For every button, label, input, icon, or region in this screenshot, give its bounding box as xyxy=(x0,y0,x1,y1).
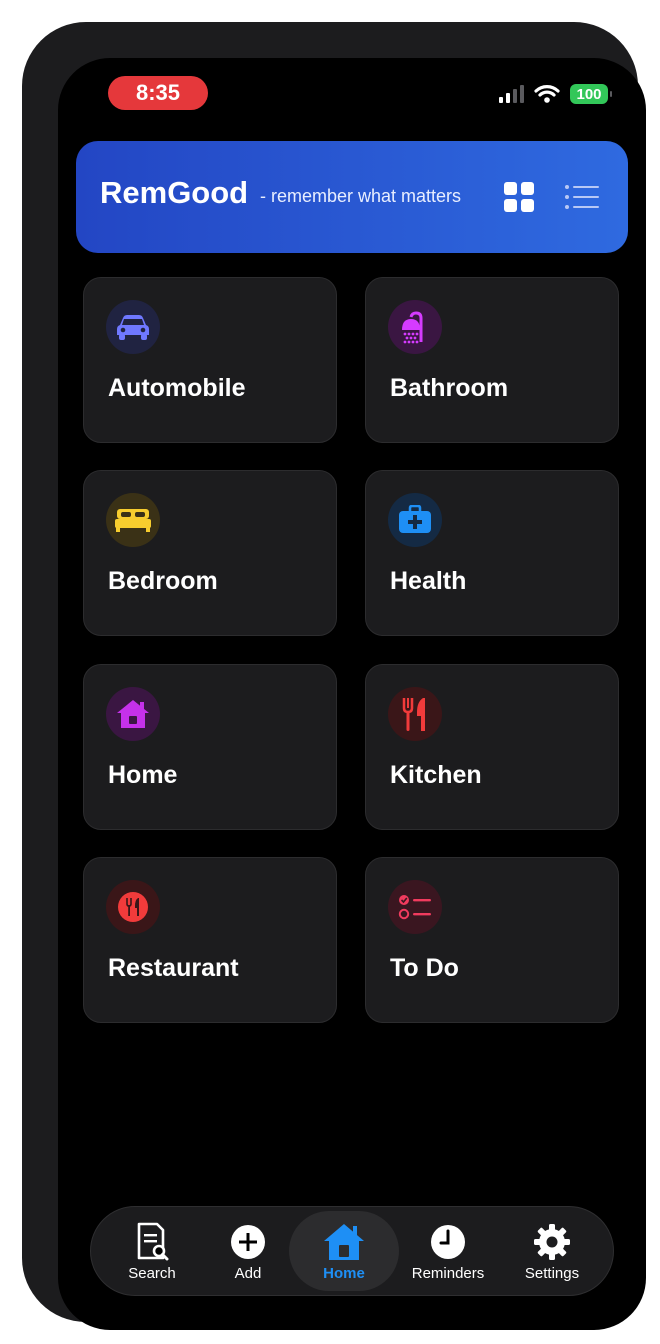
app-header: RemGood - remember what matters xyxy=(76,141,628,253)
screen: 8:35 100 RemGood - remember what matters xyxy=(58,58,646,1330)
tab-label: Settings xyxy=(524,1265,580,1282)
medical-kit-icon xyxy=(388,493,442,547)
tab-add[interactable]: Add xyxy=(193,1211,303,1291)
checklist-icon xyxy=(388,880,442,934)
house-icon xyxy=(106,687,160,741)
cellular-signal-icon xyxy=(499,85,524,103)
category-card-bedroom[interactable]: Bedroom xyxy=(83,470,337,636)
tab-home[interactable]: Home xyxy=(289,1211,399,1291)
category-card-health[interactable]: Health xyxy=(365,470,619,636)
category-card-home[interactable]: Home xyxy=(83,664,337,830)
status-time: 8:35 xyxy=(108,76,208,110)
app-tagline: - remember what matters xyxy=(260,186,462,206)
house-icon xyxy=(323,1221,365,1263)
category-card-restaurant[interactable]: Restaurant xyxy=(83,857,337,1023)
list-view-icon[interactable] xyxy=(564,183,600,211)
category-label: Automobile xyxy=(108,374,246,402)
tab-label: Reminders xyxy=(411,1265,485,1282)
tab-reminders[interactable]: Reminders xyxy=(393,1211,503,1291)
car-icon xyxy=(106,300,160,354)
category-label: To Do xyxy=(390,954,459,982)
wifi-icon xyxy=(534,85,560,103)
plus-circle-icon xyxy=(230,1221,266,1263)
category-label: Bathroom xyxy=(390,374,509,402)
bed-icon xyxy=(106,493,160,547)
category-label: Bedroom xyxy=(108,567,218,595)
fork-knife-icon xyxy=(388,687,442,741)
category-label: Restaurant xyxy=(108,954,239,982)
tab-settings[interactable]: Settings xyxy=(497,1211,607,1291)
gear-icon xyxy=(533,1221,571,1263)
battery-indicator: 100 xyxy=(570,84,612,104)
search-document-icon xyxy=(135,1221,169,1263)
category-label: Kitchen xyxy=(390,761,482,789)
tab-label: Search xyxy=(128,1265,176,1282)
category-card-bathroom[interactable]: Bathroom xyxy=(365,277,619,443)
category-card-to-do[interactable]: To Do xyxy=(365,857,619,1023)
tab-label: Add xyxy=(234,1265,262,1282)
tab-bar: Search Add Home Reminders Settings xyxy=(90,1206,614,1296)
phone-frame: 8:35 100 RemGood - remember what matters xyxy=(22,22,646,1330)
tab-label: Home xyxy=(323,1265,365,1282)
category-label: Health xyxy=(390,567,467,595)
app-title: RemGood xyxy=(100,175,249,210)
restaurant-icon xyxy=(106,880,160,934)
tab-search[interactable]: Search xyxy=(97,1211,207,1291)
category-card-kitchen[interactable]: Kitchen xyxy=(365,664,619,830)
shower-icon xyxy=(388,300,442,354)
category-label: Home xyxy=(108,761,178,789)
clock-icon xyxy=(430,1221,466,1263)
status-indicators: 100 xyxy=(499,84,612,104)
grid-view-icon[interactable] xyxy=(503,181,535,213)
category-card-automobile[interactable]: Automobile xyxy=(83,277,337,443)
